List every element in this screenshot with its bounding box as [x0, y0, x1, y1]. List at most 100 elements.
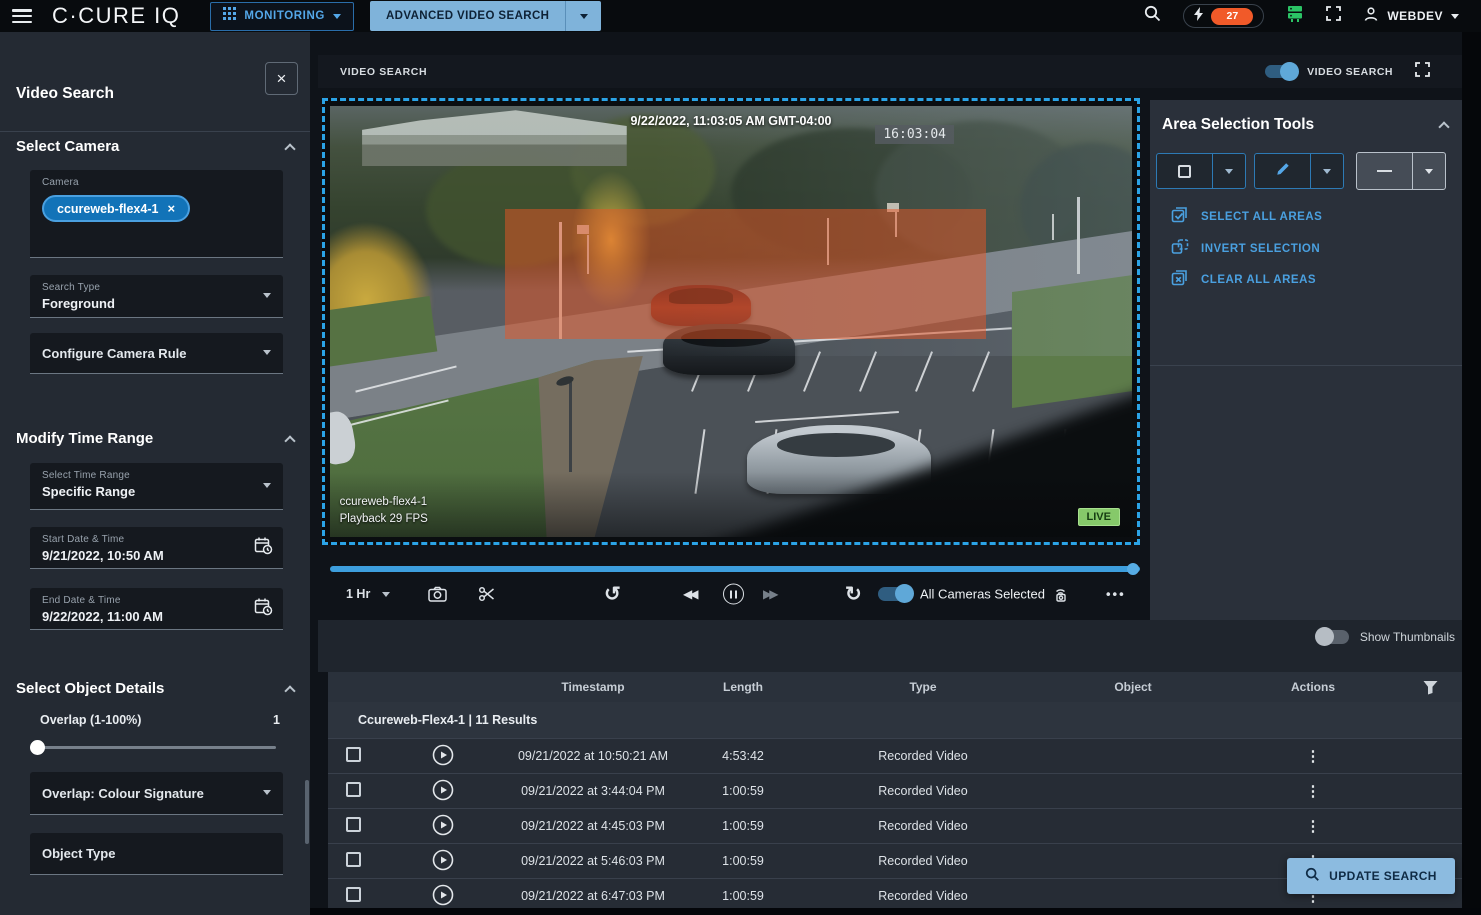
row-checkbox[interactable] [346, 887, 361, 902]
timeline-track[interactable] [330, 566, 1140, 572]
select-all-areas-link[interactable]: SELECT ALL AREAS [1170, 205, 1322, 228]
object-type-field[interactable]: Object Type [30, 833, 283, 875]
row-more-icon[interactable]: ⋮ [1306, 748, 1321, 765]
rewind-icon[interactable]: ◀◀ [683, 587, 695, 601]
row-checkbox[interactable] [346, 852, 361, 867]
invert-selection-link[interactable]: INVERT SELECTION [1170, 237, 1320, 260]
row-checkbox[interactable] [346, 782, 361, 797]
remove-camera-icon[interactable]: × [167, 201, 175, 216]
all-cameras-toggle[interactable] [878, 587, 912, 601]
configure-camera-rule-dropdown[interactable]: Configure Camera Rule [30, 333, 283, 374]
play-button[interactable] [432, 744, 454, 766]
undo-icon[interactable]: ↺ [604, 582, 621, 607]
slider-track[interactable] [30, 746, 276, 749]
fast-forward-icon[interactable]: ▶▶ [763, 587, 775, 601]
search-icon[interactable] [1144, 5, 1161, 27]
clear-all-areas-link[interactable]: CLEAR ALL AREAS [1170, 268, 1316, 291]
table-row[interactable]: 09/21/2022 at 3:44:04 PM 1:00:59 Recorde… [328, 773, 1462, 808]
video-player[interactable]: 9/22/2022, 11:03:05 AM GMT-04:00 16:03:0… [322, 98, 1140, 545]
monitoring-button[interactable]: MONITORING [210, 2, 354, 31]
draw-tool-dropdown[interactable] [1310, 154, 1343, 188]
overlap-type-dropdown[interactable]: Overlap: Colour Signature [30, 772, 283, 815]
slider-thumb[interactable] [30, 740, 45, 755]
sidebar-scrollbar[interactable] [305, 780, 309, 844]
pause-button[interactable] [723, 584, 744, 605]
playback-fps: Playback 29 FPS [340, 511, 428, 528]
select-all-areas-icon [1170, 205, 1190, 228]
update-search-button[interactable]: UPDATE SEARCH [1287, 858, 1455, 894]
duration-dropdown[interactable]: 1 Hr [346, 587, 390, 601]
calendar-icon[interactable] [254, 597, 273, 621]
app-logo: C·CURE IQ [52, 3, 180, 29]
column-length[interactable]: Length [678, 680, 808, 694]
video-search-toggle[interactable] [1265, 65, 1297, 78]
row-more-icon[interactable]: ⋮ [1306, 783, 1321, 800]
timeline-thumb[interactable] [1127, 563, 1139, 575]
alerts-button[interactable]: 27 [1183, 4, 1264, 28]
expand-icon[interactable] [1415, 62, 1430, 82]
start-datetime-field[interactable]: Start Date & Time 9/21/2022, 10:50 AM [30, 527, 283, 569]
page-scroll-gutter[interactable] [1462, 32, 1481, 915]
main-content: VIDEO SEARCH VIDEO SEARCH [310, 32, 1481, 915]
area-selection-overlay[interactable] [505, 209, 986, 338]
camera-field[interactable]: Camera ccureweb-flex4-1 × [30, 170, 283, 258]
section-modify-time-range[interactable]: Modify Time Range [16, 430, 294, 447]
calendar-icon[interactable] [254, 536, 273, 560]
chevron-up-icon [1438, 121, 1449, 132]
time-range-value: Specific Range [42, 484, 271, 499]
close-panel-button[interactable]: × [265, 62, 298, 95]
fullscreen-icon[interactable] [1326, 6, 1341, 26]
row-checkbox[interactable] [346, 817, 361, 832]
redo-icon[interactable]: ↻ [845, 582, 862, 607]
clip-scissors-button[interactable] [478, 585, 496, 603]
table-header: Timestamp Length Type Object Actions [328, 672, 1462, 702]
rectangle-tool-button[interactable] [1156, 153, 1246, 189]
play-button[interactable] [432, 814, 454, 836]
row-more-icon[interactable]: ⋮ [1306, 818, 1321, 835]
row-checkbox[interactable] [346, 747, 361, 762]
rectangle-tool-dropdown[interactable] [1212, 154, 1245, 188]
grid-icon [223, 7, 236, 25]
column-timestamp[interactable]: Timestamp [508, 680, 678, 694]
advanced-video-search-button[interactable]: ADVANCED VIDEO SEARCH [370, 1, 565, 31]
chevron-down-icon [263, 483, 271, 488]
search-type-dropdown[interactable]: Search Type Foreground [30, 275, 283, 318]
row-timestamp: 09/21/2022 at 3:44:04 PM [508, 784, 678, 798]
camera-osd-info: ccureweb-flex4-1 Playback 29 FPS [340, 494, 428, 528]
area-tools-heading-row[interactable]: Area Selection Tools [1162, 116, 1448, 134]
advanced-video-search-dropdown[interactable] [565, 1, 601, 31]
time-range-dropdown[interactable]: Select Time Range Specific Range [30, 463, 283, 510]
table-row[interactable]: 09/21/2022 at 10:50:21 AM 4:53:42 Record… [328, 738, 1462, 773]
end-datetime-field[interactable]: End Date & Time 9/22/2022, 11:00 AM [30, 588, 283, 630]
ptz-camera-icon[interactable] [1052, 585, 1072, 603]
row-length: 1:00:59 [678, 784, 808, 798]
line-tool-button[interactable] [1356, 152, 1446, 190]
snapshot-button[interactable] [428, 586, 447, 602]
more-options-icon[interactable]: ••• [1106, 587, 1126, 602]
video-timeline[interactable] [330, 564, 1140, 576]
section-select-object-details[interactable]: Select Object Details [16, 680, 294, 697]
play-button[interactable] [432, 884, 454, 906]
filter-icon[interactable] [1398, 680, 1462, 695]
server-status-icon[interactable] [1286, 5, 1304, 27]
line-tool-dropdown[interactable] [1412, 153, 1445, 189]
show-thumbnails-toggle[interactable] [1317, 630, 1349, 644]
user-menu[interactable]: WEBDEV [1363, 6, 1459, 27]
draw-tool-button[interactable] [1254, 153, 1344, 189]
show-thumbnails-label: Show Thumbnails [1360, 630, 1455, 644]
overlap-slider[interactable] [30, 740, 276, 755]
end-datetime-label: End Date & Time [42, 595, 271, 606]
column-actions[interactable]: Actions [1228, 680, 1398, 694]
chevron-down-icon [1323, 169, 1331, 174]
section-select-camera[interactable]: Select Camera [16, 138, 294, 155]
camera-chip[interactable]: ccureweb-flex4-1 × [42, 195, 190, 222]
row-type: Recorded Video [808, 749, 1038, 763]
column-object[interactable]: Object [1038, 680, 1228, 694]
hamburger-menu-icon[interactable] [12, 9, 32, 23]
column-type[interactable]: Type [808, 680, 1038, 694]
line-icon [1377, 170, 1392, 173]
play-button[interactable] [432, 779, 454, 801]
close-icon: × [277, 69, 287, 89]
table-row[interactable]: 09/21/2022 at 4:45:03 PM 1:00:59 Recorde… [328, 808, 1462, 843]
play-button[interactable] [432, 849, 454, 871]
